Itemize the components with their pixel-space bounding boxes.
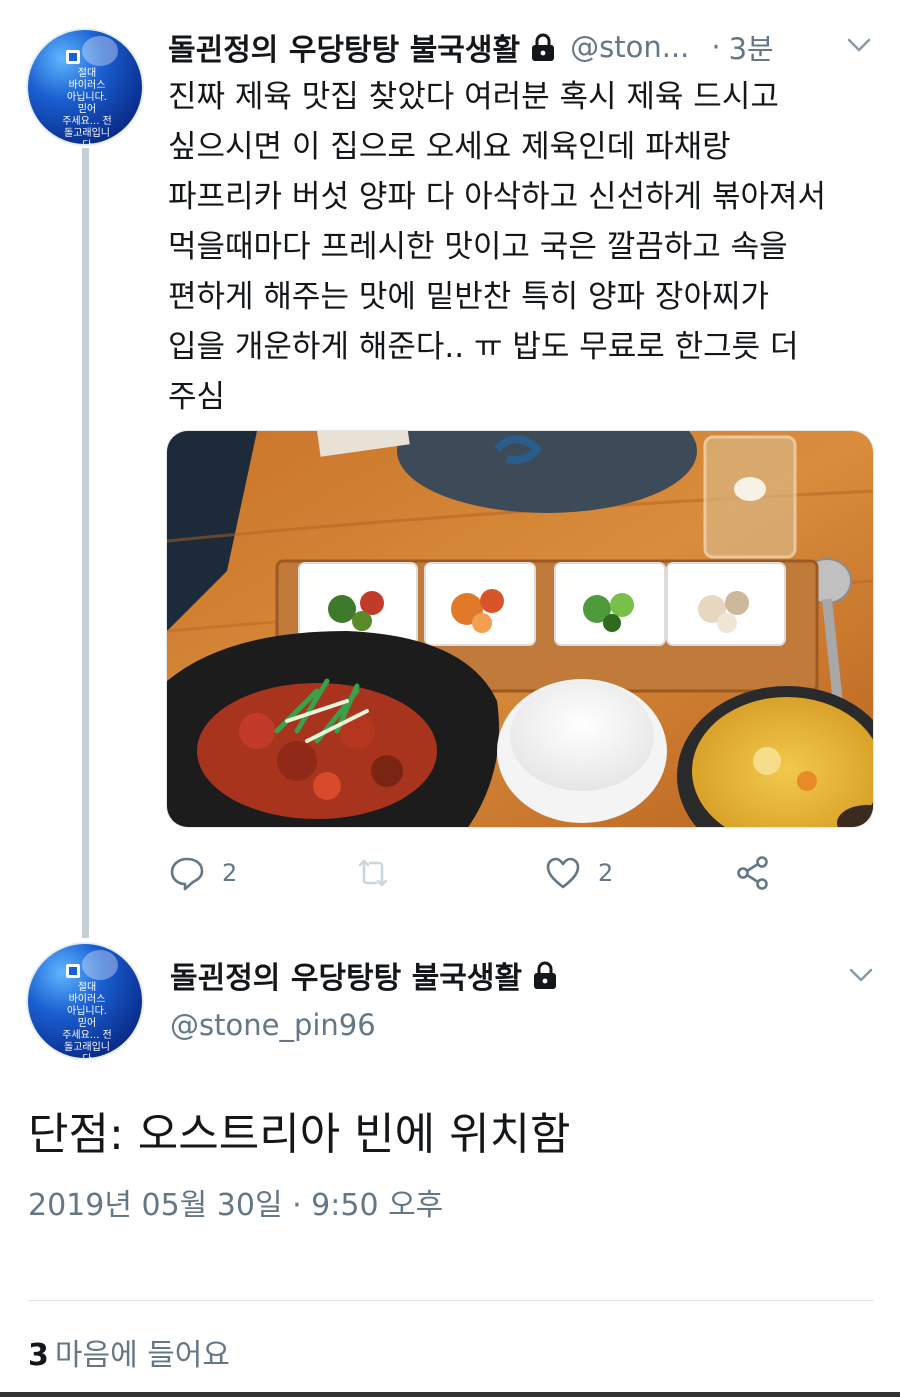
bottom-border — [0, 1392, 900, 1397]
tweet-text-line: 입을 개운하게 해준다.. ㅠ 밥도 무료로 한그릇 더 — [168, 329, 799, 365]
separator-dot: · — [711, 30, 721, 64]
tweet-text-line: 주심 — [168, 379, 226, 415]
chevron-down-icon[interactable] — [848, 966, 874, 984]
reply-icon — [170, 857, 204, 891]
share-icon — [737, 856, 768, 890]
likes-summary[interactable]: 3 마음에 들어요 — [28, 1330, 230, 1374]
author-handle[interactable]: @ston... — [570, 30, 689, 64]
avatar-caption: 절대 바이러스 아닙니다. 믿어 주세요... 전 돌고래입니 다 — [62, 982, 112, 1060]
focused-tweet-header: 돌괸정의 우당탕탕 불국생활 @stone_pin96 — [170, 950, 882, 1042]
likes-count: 3 — [28, 1338, 49, 1373]
reply-button[interactable]: 2 — [168, 848, 237, 898]
tweet-text-line: 싶으시면 이 집으로 오세요 제육인데 파채랑 — [168, 129, 731, 165]
tweet-text-line: 파프리카 버섯 양파 다 아삭하고 신선하게 볶아져서 — [168, 179, 827, 215]
avatar[interactable]: 절대 바이러스 아닙니다. 믿어 주세요... 전 돌고래입니 다 — [26, 28, 144, 146]
tweet-text-line: 편하게 해주는 맛에 밑반찬 특히 양파 장아찌가 — [168, 279, 770, 315]
like-icon — [546, 857, 580, 889]
author-name[interactable]: 돌괸정의 우당탕탕 불국생활 — [170, 953, 522, 997]
like-count: 2 — [598, 859, 614, 887]
tweet-text-line: 먹을때마다 프레시한 맛이고 국은 깔끔하고 속을 — [168, 229, 788, 265]
thread-connector-line — [82, 148, 89, 938]
tweet-timestamp[interactable]: 2019년 05월 30일 · 9:50 오후 — [28, 1180, 443, 1224]
lock-icon — [532, 960, 558, 990]
tweet-text-line: 진짜 제육 맛집 찾았다 여러분 혹시 제육 드시고 — [168, 79, 779, 115]
tweet-photo[interactable] — [166, 430, 874, 828]
like-button[interactable]: 2 — [544, 848, 613, 898]
author-name[interactable]: 돌괸정의 우당탕탕 불국생활 — [168, 25, 520, 69]
retweet-icon — [358, 859, 388, 887]
tweet-text: 진짜 제육 맛집 찾았다 여러분 혹시 제육 드시고 싶으시면 이 집으로 오세… — [168, 72, 880, 422]
avatar[interactable]: 절대 바이러스 아닙니다. 믿어 주세요... 전 돌고래입니 다 — [26, 942, 144, 1060]
tweet-time[interactable]: 3분 — [729, 26, 774, 68]
focused-tweet-text: 단점: 오스트리아 빈에 위치함 — [28, 1109, 571, 1160]
reply-count: 2 — [222, 859, 238, 887]
author-handle[interactable]: @stone_pin96 — [170, 1008, 882, 1042]
tweet-actions: 2 2 — [168, 848, 828, 898]
food-photo-illustration — [167, 431, 873, 827]
chevron-down-icon[interactable] — [846, 36, 872, 54]
retweet-button[interactable] — [354, 848, 408, 898]
avatar-caption: 절대 바이러스 아닙니다. 믿어 주세요... 전 돌고래입니 다 — [62, 68, 112, 146]
likes-label: 마음에 들어요 — [54, 1338, 231, 1373]
divider — [28, 1300, 874, 1301]
share-button[interactable] — [734, 848, 772, 898]
lock-icon — [530, 32, 556, 62]
tweet-header: 돌괸정의 우당탕탕 불국생활 @ston... · 3분 — [168, 22, 880, 72]
